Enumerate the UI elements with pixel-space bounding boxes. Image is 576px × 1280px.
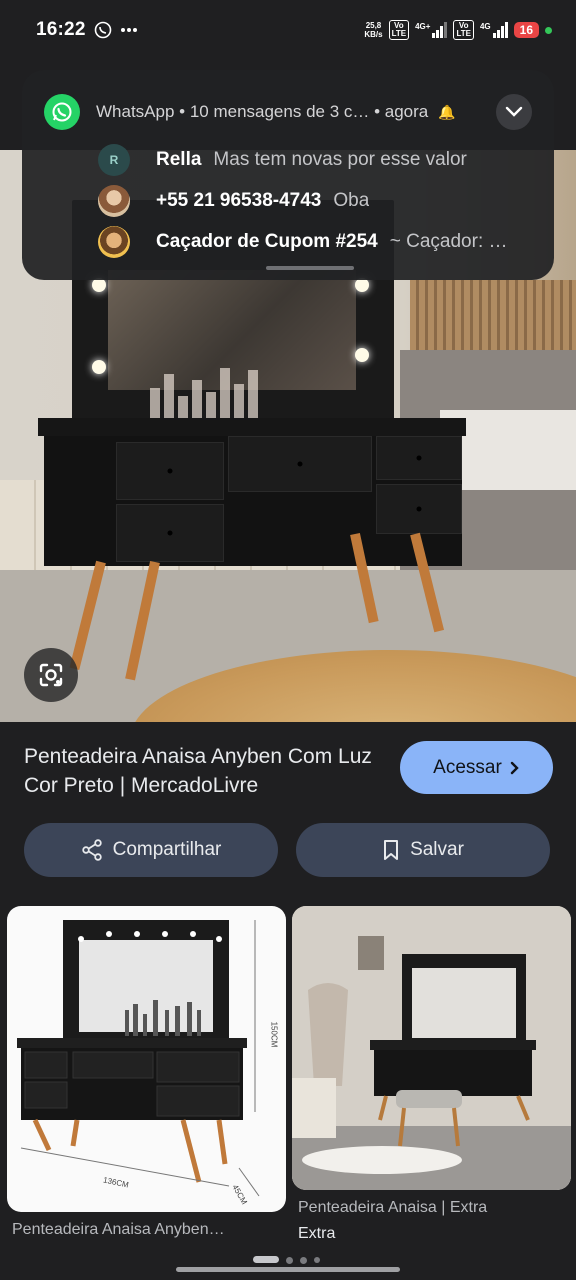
battery-indicator: 16 [513, 22, 539, 38]
lens-icon [39, 663, 63, 687]
privacy-dot-icon [545, 26, 552, 34]
signal-icon-1: 4G+ [415, 22, 448, 38]
notification-drag-handle[interactable] [266, 266, 354, 270]
notification-message[interactable]: +55 21 96538-4743 Oba [98, 183, 532, 219]
signal-icon-2: 4G [480, 22, 508, 38]
vanity-top [38, 418, 466, 436]
lens-button[interactable] [24, 648, 78, 702]
status-bar: 16:22 25,8 KB/s Vo LTE 4G+ Vo LTE 4G 16 [0, 0, 576, 60]
volte-badge-1: Vo LTE [388, 20, 410, 40]
share-button-label: Compartilhar [112, 839, 222, 860]
page-indicator-dot [286, 1257, 293, 1264]
home-gesture-bar[interactable] [176, 1267, 400, 1272]
net-speed: 25,8 KB/s [364, 21, 383, 39]
notification-message[interactable]: R Rella Mas tem novas por esse valor [98, 142, 532, 178]
related-caption[interactable]: Penteadeira Anaisa Anyben… [12, 1221, 272, 1239]
related-image[interactable] [292, 906, 571, 1190]
avatar: R [98, 144, 130, 176]
volte-badge-2: Vo LTE [453, 20, 474, 40]
vanity-room-photo [292, 906, 571, 1190]
whatsapp-notification[interactable]: WhatsApp • 10 mensagens de 3 c… • agora … [22, 70, 554, 280]
status-time: 16:22 [36, 19, 86, 40]
more-dots-icon [120, 28, 137, 32]
chevron-right-icon [510, 761, 519, 774]
whatsapp-status-icon [94, 21, 111, 39]
notification-message[interactable]: Caçador de Cupom #254 ~ Caçador: … [98, 224, 532, 260]
related-image[interactable]: 150CM 136CM 45CM [7, 906, 286, 1212]
related-source: Extra [298, 1225, 336, 1242]
alert-bell-icon: 🔔 [438, 103, 456, 120]
vanity-product-drawing [17, 920, 260, 1197]
height-dimension-label: 150CM [269, 1021, 279, 1048]
avatar [98, 226, 130, 258]
notification-collapse-button[interactable] [496, 94, 532, 130]
save-button[interactable]: Salvar [296, 823, 550, 877]
page-indicator-dot [314, 1257, 320, 1263]
visit-button[interactable]: Acessar [400, 741, 553, 794]
notification-app-line: WhatsApp • 10 mensagens de 3 c… • agora [96, 102, 429, 121]
whatsapp-icon [44, 94, 80, 130]
page-indicator-dot [300, 1257, 307, 1264]
share-icon [81, 839, 102, 861]
share-button[interactable]: Compartilhar [24, 823, 278, 877]
visit-button-label: Acessar [433, 756, 502, 778]
avatar [98, 185, 130, 217]
page-indicator-active [253, 1256, 279, 1263]
bookmark-icon [384, 840, 399, 860]
chevron-down-icon [505, 106, 523, 117]
result-title[interactable]: Penteadeira Anaisa Anyben Com Luz Cor Pr… [24, 742, 384, 800]
related-caption[interactable]: Penteadeira Anaisa | Extra [298, 1199, 558, 1217]
save-button-label: Salvar [410, 839, 464, 860]
